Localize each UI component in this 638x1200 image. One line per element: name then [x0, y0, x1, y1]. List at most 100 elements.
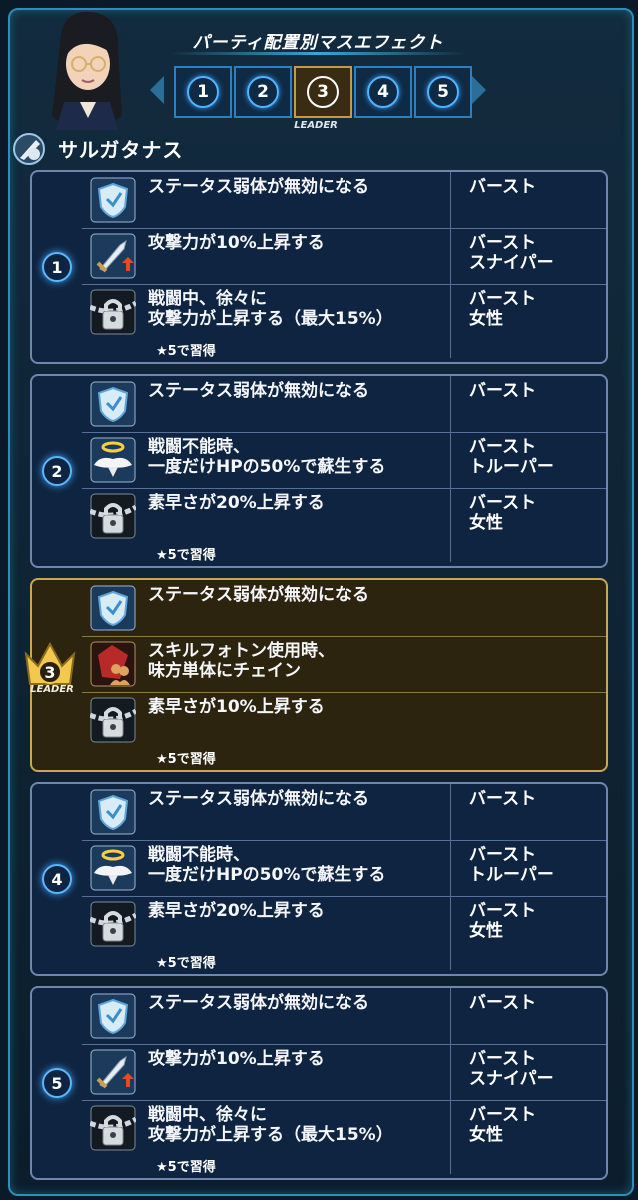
title-divider	[170, 52, 466, 55]
effect-text-line-2: 攻撃力が上昇する（最大15%）	[148, 1125, 393, 1145]
effect-rows: ステータス弱体が無効になる バースト 攻撃力が10%上昇する バースト スナイパー 戦闘中…	[82, 988, 606, 1178]
unlock-requirement: ★5で習得	[156, 752, 216, 767]
group-number: 2	[42, 456, 72, 486]
unlock-requirement: ★5で習得	[156, 344, 216, 359]
effect-row: ステータス弱体が無効になる バースト	[82, 988, 606, 1045]
effect-row: 戦闘不能時、 一度だけHPの50%で蘇生する バースト トルーパー	[82, 840, 606, 897]
effect-rows: ステータス弱体が無効になる バースト 戦闘不能時、 一度だけHPの50%で蘇生する バー…	[82, 376, 606, 566]
effect-row: ステータス弱体が無効になる バースト	[82, 784, 606, 841]
effect-row: 素早さが10%上昇する ★5で習得	[82, 692, 606, 767]
effect-text: 素早さが10%上昇する	[148, 697, 448, 717]
effect-text: 攻撃力が10%上昇する	[148, 233, 448, 253]
effect-group-5: 5 ステータス弱体が無効になる バースト 攻撃力が10%上昇する バースト スナイパー 戦闘…	[30, 986, 608, 1180]
effect-condition: バースト	[450, 988, 606, 1044]
slot-3-button[interactable]: 3	[294, 66, 352, 118]
next-arrow-icon[interactable]	[472, 76, 486, 104]
group-number-cell: 4	[32, 784, 82, 974]
condition-line-2: 女性	[469, 1125, 503, 1145]
effect-text-line-1: 戦闘不能時、	[148, 845, 250, 865]
effect-text-line-1: 戦闘中、徐々に	[148, 1105, 267, 1125]
effect-text: ステータス弱体が無効になる	[148, 993, 448, 1013]
effect-condition: バースト スナイパー	[450, 1044, 606, 1100]
angel-wings-icon	[90, 845, 136, 891]
effect-text-line-1: ステータス弱体が無効になる	[148, 789, 369, 809]
sword-up-icon	[90, 233, 136, 279]
effect-text-line-1: ステータス弱体が無効になる	[148, 177, 369, 197]
effect-row: ステータス弱体が無効になる バースト	[82, 376, 606, 433]
weapon-type-icon	[13, 133, 45, 165]
group-number: 1	[42, 252, 72, 282]
effect-text: 素早さが20%上昇する	[148, 901, 448, 921]
effect-text: 戦闘不能時、 一度だけHPの50%で蘇生する	[148, 845, 448, 885]
sword-up-icon	[90, 1049, 136, 1095]
effect-text-line-2: 味方単体にチェイン	[148, 661, 301, 681]
effect-row: 攻撃力が10%上昇する バースト スナイパー	[82, 1044, 606, 1101]
effect-text-line-1: 攻撃力が10%上昇する	[148, 1049, 325, 1069]
effect-row: 素早さが20%上昇する バースト 女性 ★5で習得	[82, 488, 606, 563]
shield-icon	[90, 585, 136, 631]
slot-2-button[interactable]: 2	[234, 66, 292, 118]
condition-line-1: バースト	[469, 789, 537, 809]
effect-condition: バースト	[450, 376, 606, 432]
effect-text: ステータス弱体が無効になる	[148, 381, 448, 401]
effect-text-line-1: 攻撃力が10%上昇する	[148, 233, 325, 253]
condition-line-2: 女性	[469, 513, 503, 533]
condition-line-1: バースト	[469, 381, 537, 401]
shield-icon	[90, 177, 136, 223]
effect-condition: バースト 女性	[450, 488, 606, 562]
effect-group-2: 2 ステータス弱体が無効になる バースト 戦闘不能時、 一度だけHPの50%で蘇生するバ…	[30, 374, 608, 568]
condition-line-1: バースト	[469, 233, 537, 253]
effect-condition: バースト 女性	[450, 284, 606, 358]
slot-selector: 1 2 3 4 5	[174, 66, 474, 118]
effect-condition: バースト 女性	[450, 1100, 606, 1174]
effect-condition: バースト	[450, 784, 606, 840]
effect-text-line-1: 素早さが20%上昇する	[148, 493, 325, 513]
chain-party-icon	[90, 641, 136, 687]
effect-text-line-2: 一度だけHPの50%で蘇生する	[148, 865, 386, 885]
slot-number: 5	[427, 76, 459, 108]
effect-group-3: 3 LEADER ステータス弱体が無効になる スキルフォトン使用時、 味方単体にチェイン…	[24, 578, 608, 772]
slot-5-button[interactable]: 5	[414, 66, 472, 118]
condition-line-1: バースト	[469, 437, 537, 457]
effect-text: 攻撃力が10%上昇する	[148, 1049, 448, 1069]
condition-line-1: バースト	[469, 1049, 537, 1069]
condition-line-1: バースト	[469, 1105, 537, 1125]
effect-row: ステータス弱体が無効になる バースト	[82, 172, 606, 229]
slot-1-button[interactable]: 1	[174, 66, 232, 118]
condition-line-1: バースト	[469, 289, 537, 309]
effect-condition: バースト スナイパー	[450, 228, 606, 284]
effect-rows: ステータス弱体が無効になる バースト 戦闘不能時、 一度だけHPの50%で蘇生する バー…	[82, 784, 606, 974]
effect-text: スキルフォトン使用時、 味方単体にチェイン	[148, 641, 448, 681]
group-number-cell	[32, 580, 82, 770]
shield-icon	[90, 993, 136, 1039]
effect-text-line-2: 一度だけHPの50%で蘇生する	[148, 457, 386, 477]
effect-text-line-1: 素早さが10%上昇する	[148, 697, 325, 717]
condition-line-1: バースト	[469, 993, 537, 1013]
condition-line-2: トルーパー	[469, 865, 554, 885]
effect-text-line-1: ステータス弱体が無効になる	[148, 585, 369, 605]
effect-text-line-1: 戦闘不能時、	[148, 437, 250, 457]
lock-icon	[89, 1105, 138, 1151]
lock-icon	[89, 697, 138, 743]
slot-number: 1	[187, 76, 219, 108]
group-number-cell: 5	[32, 988, 82, 1178]
effect-text-line-1: 戦闘中、徐々に	[148, 289, 267, 309]
condition-line-2: スナイパー	[469, 1069, 554, 1089]
effect-row: 攻撃力が10%上昇する バースト スナイパー	[82, 228, 606, 285]
unlock-requirement: ★5で習得	[156, 956, 216, 971]
slot-4-button[interactable]: 4	[354, 66, 412, 118]
effect-group-4: 4 ステータス弱体が無効になる バースト 戦闘不能時、 一度だけHPの50%で蘇生するバ…	[30, 782, 608, 976]
shield-icon	[90, 789, 136, 835]
effect-row: 戦闘中、徐々に 攻撃力が上昇する（最大15%） バースト 女性 ★5で習得	[82, 284, 606, 359]
effect-row: 戦闘中、徐々に 攻撃力が上昇する（最大15%） バースト 女性 ★5で習得	[82, 1100, 606, 1175]
effect-text-line-1: ステータス弱体が無効になる	[148, 993, 369, 1013]
lock-icon	[89, 493, 138, 539]
effect-text: ステータス弱体が無効になる	[148, 177, 448, 197]
slot-number: 4	[367, 76, 399, 108]
leader-tag: LEADER	[294, 120, 338, 131]
group-number: 5	[42, 1068, 72, 1098]
condition-line-2: トルーパー	[469, 457, 554, 477]
group-number: 4	[42, 864, 72, 894]
prev-arrow-icon[interactable]	[150, 76, 164, 104]
effect-row: 戦闘不能時、 一度だけHPの50%で蘇生する バースト トルーパー	[82, 432, 606, 489]
